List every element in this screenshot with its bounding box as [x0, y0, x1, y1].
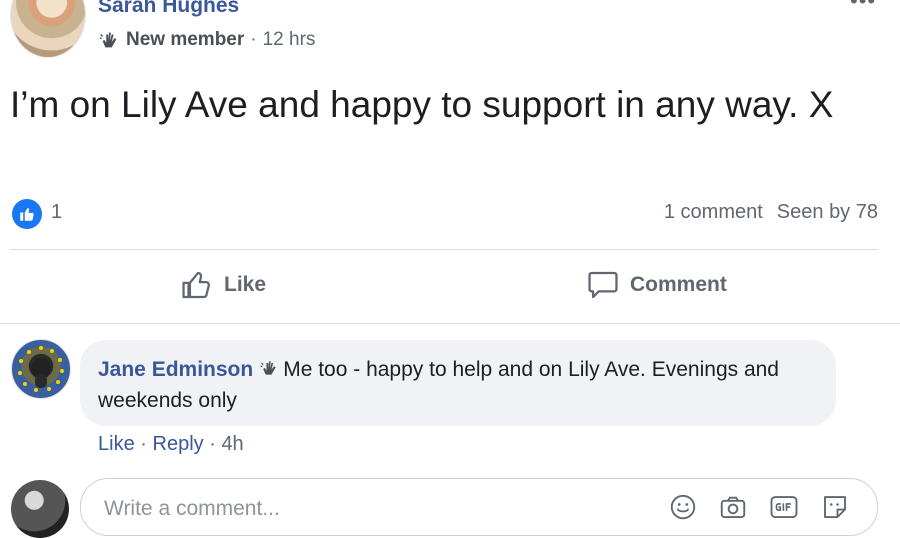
author-avatar[interactable] — [10, 0, 86, 58]
seen-count[interactable]: Seen by 78 — [777, 201, 878, 224]
actions-divider — [0, 323, 900, 324]
sticker-icon[interactable] — [820, 492, 850, 522]
comment-action-separator: · — [140, 433, 147, 455]
comment-button[interactable]: Comment — [586, 268, 727, 302]
comment-like-link[interactable]: Like — [98, 433, 135, 455]
more-options-icon[interactable]: ••• — [850, 0, 876, 14]
comment-time[interactable]: 4h — [221, 433, 243, 455]
like-button-label: Like — [224, 273, 267, 296]
comment-reply-link[interactable]: Reply — [153, 433, 204, 455]
meta-separator: · — [250, 29, 257, 50]
camera-icon[interactable] — [718, 492, 748, 522]
like-button[interactable]: Like — [180, 268, 266, 302]
stats-divider — [10, 249, 878, 250]
comment-actions: Like · Reply · 4h — [98, 433, 244, 456]
member-badge: New member — [126, 29, 245, 50]
commenter-name[interactable]: Jane Edminson — [98, 358, 253, 381]
post-stats: 1 comment Seen by 78 — [664, 201, 878, 224]
comment-count[interactable]: 1 comment — [664, 201, 763, 224]
comment-button-label: Comment — [630, 273, 727, 296]
author-name[interactable]: Sarah Hughes — [98, 0, 239, 18]
gif-icon[interactable] — [769, 492, 799, 522]
comment-input-placeholder: Write a comment... — [104, 497, 280, 520]
commenter-avatar[interactable] — [11, 339, 71, 399]
waving-hand-icon — [260, 361, 276, 375]
thumbs-up-icon — [182, 271, 210, 299]
comment-action-separator: · — [209, 433, 216, 455]
comment-body: Jane Edminson Me too - happy to help and… — [98, 354, 818, 416]
post-text: I’m on Lily Ave and happy to support in … — [10, 84, 834, 125]
current-user-avatar[interactable] — [11, 480, 69, 538]
emoji-icon[interactable] — [668, 492, 698, 522]
post-time[interactable]: 12 hrs — [263, 29, 316, 51]
like-count[interactable]: 1 — [51, 201, 62, 224]
like-reaction-icon[interactable] — [12, 199, 42, 229]
comment-bubble-icon — [588, 271, 618, 299]
waving-hand-icon — [99, 32, 117, 48]
post-meta: New member · 12 hrs — [98, 29, 315, 51]
